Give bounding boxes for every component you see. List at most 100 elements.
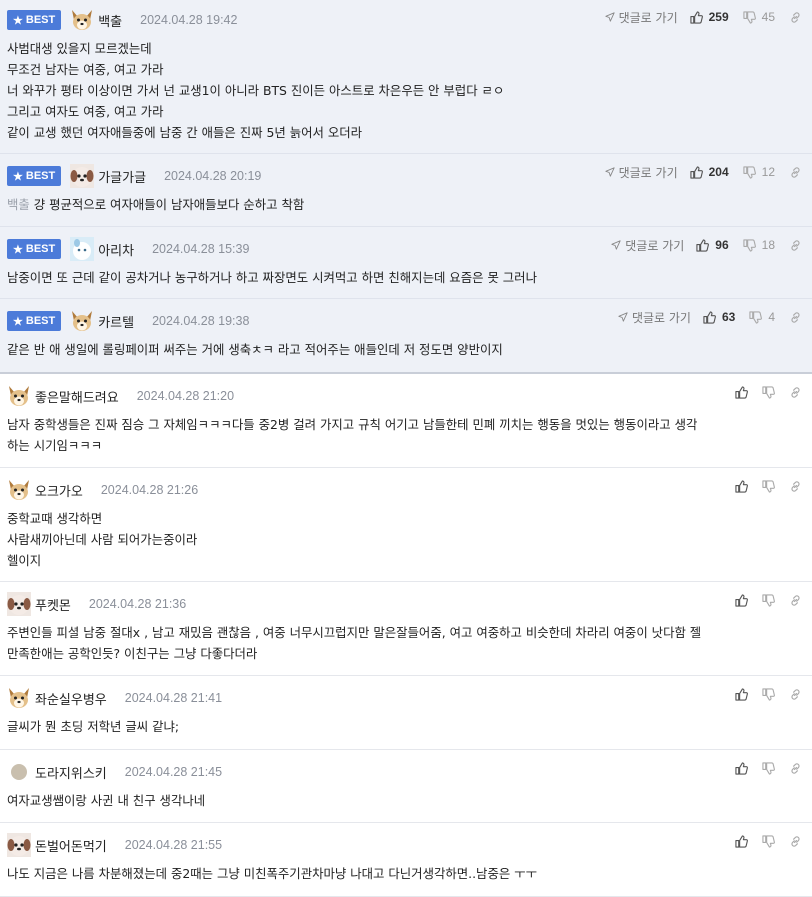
comment-header: 도라지위스키 2024.04.28 21:45	[7, 760, 812, 784]
comment-line: 너 와꾸가 평타 이상이면 가서 넌 교생1이 아니라 BTS 진이든 아스트로…	[7, 83, 505, 98]
timestamp: 2024.04.28 19:38	[152, 314, 250, 328]
thumbs-down-icon[interactable]	[743, 11, 756, 24]
comment-line: 주변인들 피셜 남중 절대x , 남고 재밌음 괜찮음 , 여중 너무시끄럽지만…	[7, 625, 702, 640]
comment-text: 걍 평균적으로 여자애들이 남자애들보다 순하고 착함	[33, 197, 305, 212]
comment-header: 푸켓몬 2024.04.28 21:36	[7, 592, 812, 616]
best-comment: ★ BEST 카르텔 2024.04.28 19:38 댓글로 가기 63 4 같…	[0, 299, 812, 374]
reply-link[interactable]: 댓글로 가기	[605, 164, 678, 181]
link-icon[interactable]	[789, 594, 802, 607]
comment-line: 남중이면 또 근데 같이 공차거나 농구하거나 하고 짜장면도 시켜먹고 하면 …	[7, 270, 537, 285]
thumbs-down-icon[interactable]	[762, 386, 775, 399]
thumbs-up-icon[interactable]	[696, 239, 709, 252]
thumbs-up-icon[interactable]	[735, 688, 748, 701]
nickname[interactable]: 도라지위스키	[35, 763, 107, 782]
timestamp: 2024.04.28 21:20	[136, 389, 235, 403]
comment-actions	[735, 829, 802, 853]
link-icon[interactable]	[789, 311, 802, 324]
comment-line: 사범대생 있을지 모르겠는데	[7, 41, 152, 56]
thumbs-up-icon[interactable]	[703, 311, 716, 324]
thumbs-down-icon[interactable]	[743, 166, 756, 179]
avatar[interactable]	[7, 686, 31, 710]
upvote-count: 204	[708, 165, 729, 179]
link-icon[interactable]	[789, 386, 802, 399]
thumbs-down-icon[interactable]	[762, 835, 775, 848]
nickname[interactable]: 카르텔	[98, 312, 134, 331]
link-icon[interactable]	[789, 480, 802, 493]
comment-actions	[735, 756, 802, 780]
comment-body: 여자교생쌤이랑 사귄 내 친구 생각나네	[7, 790, 794, 811]
thumbs-down-icon[interactable]	[762, 762, 775, 775]
comment-line: 그리고 여자도 여중, 여고 가라	[7, 104, 164, 119]
comment-actions: 댓글로 가기 204 12	[605, 160, 802, 184]
nickname[interactable]: 좋은말해드려요	[35, 387, 119, 406]
comment: 도라지위스키 2024.04.28 21:45 여자교생쌤이랑 사귄 내 친구 …	[0, 750, 812, 823]
comment-actions	[735, 474, 802, 498]
avatar[interactable]	[7, 833, 31, 857]
link-icon[interactable]	[789, 835, 802, 848]
star-icon: ★	[13, 14, 23, 27]
thumbs-down-icon[interactable]	[743, 239, 756, 252]
comment-body: 같은 반 애 생일에 롤링페이퍼 써주는 거에 생축ㅊㅋ 라고 적어주는 애들인…	[7, 339, 794, 360]
send-icon	[611, 240, 621, 250]
comment: 오크가오 2024.04.28 21:26 중학교때 생각하면 사람새끼아닌데 …	[0, 468, 812, 582]
nickname[interactable]: 가글가글	[98, 167, 146, 186]
comment-line: 사람새끼아닌데 사람 되어가는중이라	[7, 532, 198, 547]
reply-link[interactable]: 댓글로 가기	[618, 309, 691, 326]
link-icon[interactable]	[789, 688, 802, 701]
link-icon[interactable]	[789, 762, 802, 775]
thumbs-up-icon[interactable]	[735, 480, 748, 493]
comment-actions: 댓글로 가기 259 45	[605, 5, 802, 29]
upvote-count: 63	[721, 310, 736, 324]
mention[interactable]: 백출	[7, 197, 30, 212]
comment-line: 무조건 남자는 여중, 여고 가라	[7, 62, 164, 77]
thumbs-up-icon[interactable]	[690, 11, 703, 24]
thumbs-up-icon[interactable]	[735, 835, 748, 848]
avatar[interactable]	[7, 478, 31, 502]
link-icon[interactable]	[789, 166, 802, 179]
star-icon: ★	[13, 170, 23, 183]
comment-body: 사범대생 있을지 모르겠는데 무조건 남자는 여중, 여고 가라 너 와꾸가 평…	[7, 38, 794, 143]
nickname[interactable]: 오크가오	[35, 481, 83, 500]
nickname[interactable]: 푸켓몬	[35, 595, 71, 614]
thumbs-up-icon[interactable]	[690, 166, 703, 179]
thumbs-up-icon[interactable]	[735, 762, 748, 775]
default-avatar-icon	[11, 764, 27, 780]
timestamp: 2024.04.28 21:36	[88, 597, 187, 611]
thumbs-down-icon[interactable]	[762, 688, 775, 701]
timestamp: 2024.04.28 21:41	[124, 691, 223, 705]
link-icon[interactable]	[789, 11, 802, 24]
comment: 돈벌어돈먹기 2024.04.28 21:55 나도 지금은 나름 차분해졌는데…	[0, 823, 812, 897]
best-comment: ★ BEST 아리차 2024.04.28 15:39 댓글로 가기 96 18 …	[0, 227, 812, 299]
avatar[interactable]	[7, 760, 31, 784]
nickname[interactable]: 돈벌어돈먹기	[35, 836, 107, 855]
thumbs-up-icon[interactable]	[735, 594, 748, 607]
comment-body: 중학교때 생각하면 사람새끼아닌데 사람 되어가는중이라 헬이지	[7, 508, 794, 571]
avatar[interactable]	[70, 237, 94, 261]
best-badge: ★ BEST	[7, 166, 62, 186]
nickname[interactable]: 좌순실우병우	[35, 689, 107, 708]
avatar[interactable]	[7, 384, 31, 408]
thumbs-up-icon[interactable]	[735, 386, 748, 399]
reply-label: 댓글로 가기	[631, 310, 691, 325]
comment-actions	[735, 380, 802, 404]
nickname[interactable]: 백출	[98, 11, 122, 30]
reply-label: 댓글로 가기	[618, 10, 678, 25]
comment-body: 남중이면 또 근데 같이 공차거나 농구하거나 하고 짜장면도 시켜먹고 하면 …	[7, 267, 794, 288]
avatar[interactable]	[70, 164, 94, 188]
send-icon	[618, 312, 628, 322]
avatar[interactable]	[70, 8, 94, 32]
reply-link[interactable]: 댓글로 가기	[611, 237, 684, 254]
timestamp: 2024.04.28 21:45	[124, 765, 223, 779]
link-icon[interactable]	[789, 239, 802, 252]
thumbs-down-icon[interactable]	[749, 311, 762, 324]
thumbs-down-icon[interactable]	[762, 594, 775, 607]
timestamp: 2024.04.28 21:26	[100, 483, 199, 497]
avatar[interactable]	[7, 592, 31, 616]
avatar[interactable]	[70, 309, 94, 333]
downvote-count: 4	[768, 310, 775, 324]
best-comment: ★ BEST 가글가글 2024.04.28 20:19 댓글로 가기 204 1…	[0, 154, 812, 227]
thumbs-down-icon[interactable]	[762, 480, 775, 493]
reply-link[interactable]: 댓글로 가기	[605, 9, 678, 26]
comment-body: 남자 중학생들은 진짜 짐승 그 자체임ㅋㅋㅋ다들 중2병 걸려 가지고 규칙 …	[7, 414, 794, 456]
nickname[interactable]: 아리차	[98, 240, 134, 259]
